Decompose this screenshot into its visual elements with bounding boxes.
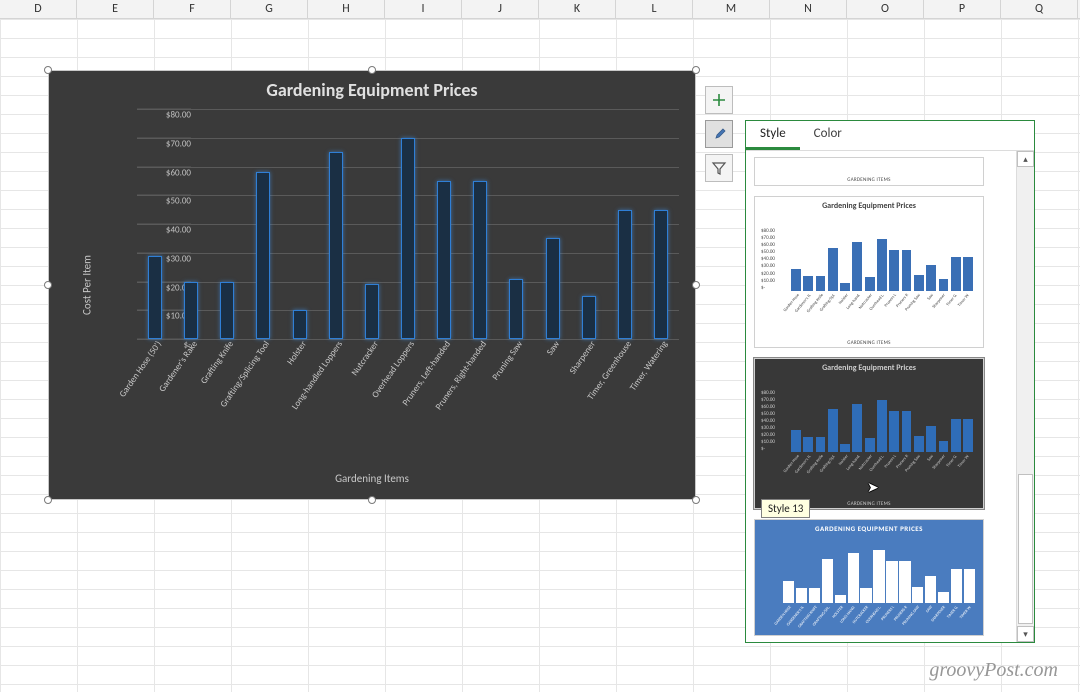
- watermark: groovyPost.com: [929, 659, 1058, 682]
- col-header[interactable]: N: [770, 0, 847, 18]
- gallery-scrollbar[interactable]: ▴ ▾: [1016, 151, 1034, 642]
- style-thumbnail-hover[interactable]: Gardening Equipment Prices $80.00$70.00$…: [754, 358, 984, 509]
- category-label: Holster: [284, 339, 308, 367]
- resize-handle[interactable]: [692, 496, 700, 504]
- data-bar[interactable]: [618, 210, 632, 339]
- data-bar[interactable]: [654, 210, 668, 339]
- thumb-cats: Garden HoseGardener's R.Grafting KnifeGr…: [791, 293, 973, 341]
- col-header[interactable]: J: [462, 0, 539, 18]
- brush-icon: [711, 126, 727, 142]
- col-header[interactable]: I: [385, 0, 462, 18]
- thumb-cats: Garden HoseGardener's R.Grafting KnifeGr…: [791, 454, 973, 502]
- plot-area[interactable]: $-$10.00$20.00$30.00$40.00$50.00$60.00$7…: [137, 109, 679, 339]
- resize-handle[interactable]: [368, 66, 376, 74]
- style-thumbnail[interactable]: Gardening Equipment Prices $80.00$70.00$…: [754, 196, 984, 347]
- style-gallery: Style Color GARDENING ITEMS Gardening Eq…: [745, 120, 1035, 643]
- category-label: Garden Hose (50'): [117, 339, 164, 399]
- resize-handle[interactable]: [692, 281, 700, 289]
- chart-elements-button[interactable]: [705, 86, 733, 114]
- data-bar[interactable]: [582, 296, 596, 339]
- data-bar[interactable]: [293, 310, 307, 339]
- style-thumbnail[interactable]: Style 13 GARDENING EQUIPMENT PRICES Gard…: [754, 519, 984, 636]
- data-bar[interactable]: [546, 238, 560, 339]
- resize-handle[interactable]: [692, 66, 700, 74]
- data-bar[interactable]: [329, 152, 343, 339]
- thumb-yticks: $80.00$70.00$60.00$50.00$40.00$30.00$20.…: [761, 391, 775, 452]
- chart-object[interactable]: Gardening Equipment Prices Cost Per Item…: [48, 70, 696, 500]
- chart-ylabel[interactable]: Cost Per Item: [80, 255, 93, 315]
- style-tooltip: Style 13: [761, 499, 810, 518]
- col-header[interactable]: M: [693, 0, 770, 18]
- thumb-title: Gardening Equipment Prices: [755, 197, 983, 211]
- column-headers: D E F G H I J K L M N O P Q: [0, 0, 1080, 19]
- chart-title[interactable]: Gardening Equipment Prices: [49, 79, 695, 101]
- thumb-bars: [791, 393, 973, 452]
- style-thumbnail[interactable]: GARDENING ITEMS: [754, 157, 984, 186]
- data-bar[interactable]: [509, 279, 523, 339]
- col-header[interactable]: Q: [1001, 0, 1078, 18]
- data-bar[interactable]: [184, 282, 198, 340]
- thumb-title: Gardening Equipment Prices: [755, 359, 983, 373]
- col-header[interactable]: E: [77, 0, 154, 18]
- data-bars[interactable]: [137, 109, 679, 339]
- chart-filters-button[interactable]: [705, 154, 733, 182]
- scroll-up-button[interactable]: ▴: [1017, 151, 1034, 167]
- thumb-bars: [783, 542, 975, 603]
- col-header[interactable]: P: [924, 0, 1001, 18]
- col-header[interactable]: K: [539, 0, 616, 18]
- thumb-cats: Garden HoseGardener's R.Grafting KnifeGr…: [783, 605, 975, 631]
- scroll-thumb[interactable]: [1018, 474, 1033, 624]
- data-bar[interactable]: [473, 181, 487, 339]
- col-header[interactable]: H: [308, 0, 385, 18]
- funnel-icon: [711, 160, 727, 176]
- data-bar[interactable]: [365, 284, 379, 339]
- data-bar[interactable]: [256, 172, 270, 339]
- resize-handle[interactable]: [44, 496, 52, 504]
- data-bar[interactable]: [148, 256, 162, 339]
- col-header[interactable]: L: [616, 0, 693, 18]
- chart-styles-button[interactable]: [705, 120, 733, 148]
- thumb-axis-label: GARDENING ITEMS: [755, 340, 983, 346]
- plus-icon: [711, 92, 727, 108]
- data-bar[interactable]: [437, 181, 451, 339]
- data-bar[interactable]: [220, 282, 234, 340]
- resize-handle[interactable]: [44, 281, 52, 289]
- resize-handle[interactable]: [44, 66, 52, 74]
- thumb-yticks: $80.00$70.00$60.00$50.00$40.00$30.00$20.…: [761, 229, 775, 290]
- thumb-axis-label: GARDENING ITEMS: [755, 177, 983, 183]
- category-labels[interactable]: Garden Hose (50')Gardener's RakeGrafting…: [137, 339, 679, 467]
- chart-xlabel[interactable]: Gardening Items: [49, 472, 695, 485]
- category-label: Nutcracker: [349, 339, 381, 378]
- col-header[interactable]: F: [154, 0, 231, 18]
- category-label: Sharpener: [567, 339, 598, 376]
- scroll-down-button[interactable]: ▾: [1017, 626, 1034, 642]
- thumb-title: GARDENING EQUIPMENT PRICES: [755, 520, 983, 533]
- tab-style[interactable]: Style: [746, 121, 800, 150]
- tab-color[interactable]: Color: [800, 121, 856, 150]
- col-header[interactable]: G: [231, 0, 308, 18]
- resize-handle[interactable]: [368, 496, 376, 504]
- data-bar[interactable]: [401, 138, 415, 339]
- thumb-bars: [791, 231, 973, 290]
- col-header[interactable]: O: [847, 0, 924, 18]
- category-label: Saw: [544, 339, 562, 357]
- col-header[interactable]: D: [0, 0, 77, 18]
